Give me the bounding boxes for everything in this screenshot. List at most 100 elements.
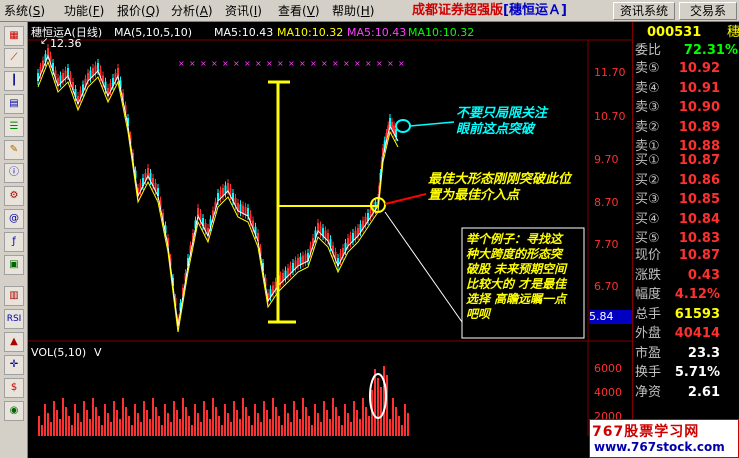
menu-system[interactable]: 系统(S) [4,3,45,19]
stat-row: 换手 5.71% [635,365,720,380]
menu-help[interactable]: 帮助(H) [332,3,374,19]
volume-bar [368,416,370,436]
volume-bar [113,401,115,436]
menu-analysis[interactable]: 分析(A) [171,3,213,19]
volume-bar [206,410,208,436]
volume-bar [308,416,310,436]
bar-chart-icon[interactable]: ▥ [4,286,24,306]
ask-row: 卖③ 10.90 [635,100,720,115]
volume-bar [146,410,148,436]
menu-view[interactable]: 查看(V) [278,3,320,19]
volume-bar [68,416,70,436]
line-chart-icon[interactable]: ⟋ [4,48,24,68]
globe-icon[interactable]: ◉ [4,401,24,421]
candle-icon[interactable]: ┃ [4,71,24,91]
menu-info[interactable]: 资讯(I) [225,3,262,19]
volume-bar [275,407,277,436]
volume-bar [89,419,91,436]
indicator-icon[interactable]: ▲ [4,332,24,352]
focus-pointer [409,121,455,127]
logo-title: 767股票学习网 [592,424,700,440]
volume-bar [176,410,178,436]
volume-bar [53,401,55,436]
menu-function[interactable]: 功能(F) [64,3,104,19]
volume-v: V [94,346,102,359]
volume-bar [260,422,262,436]
volume-bar [257,413,259,436]
volume-bar [302,398,304,436]
volume-bar [395,407,397,436]
marker: × [387,59,394,68]
marker: × [354,59,361,68]
volume-bar [266,410,268,436]
marker: × [277,59,284,68]
image-icon[interactable]: ▣ [4,255,24,275]
stat-row: 现价 10.87 [635,248,720,263]
at-icon[interactable]: @ [4,209,24,229]
focus-circle [395,119,411,133]
pencil-icon[interactable]: ✎ [4,140,24,160]
crosshair-icon[interactable]: ✛ [4,355,24,375]
volume-bar [401,425,403,436]
volume-bar [56,410,58,436]
formula-icon[interactable]: ƒ [4,232,24,252]
volume-bar [134,404,136,436]
volume-bar [263,401,265,436]
candle-body [297,258,299,266]
volume-bar [320,422,322,436]
candle-body [247,208,249,216]
menu-bar: 系统(S) 功能(F) 报价(Q) 分析(A) 资讯(I) 查看(V) 帮助(H… [0,0,739,22]
volume-bar [182,398,184,436]
price-tick: 6.70 [594,280,619,293]
marker: × [288,59,295,68]
volume-label: VOL(5,10) [31,346,87,359]
grid-icon[interactable]: ▦ [4,26,24,46]
volume-bar [164,404,166,436]
left-toolbar: ▦ ⟋ ┃ ▤ ☰ ✎ ⓘ ⚙ @ ƒ ▣ ▥ RSI ▲ ✛ $ ◉ [0,22,28,458]
candle-body [227,183,229,191]
volume-bar [311,425,313,436]
volume-bar [62,398,64,436]
volume-bar [161,425,163,436]
volume-bar [236,410,238,436]
dollar-icon[interactable]: $ [4,378,24,398]
volume-bar [197,413,199,436]
stat-row: 市盈 23.3 [635,345,720,361]
app-title: 成都证券超强版[穗恒运Ａ] [412,3,567,18]
volume-bar [125,407,127,436]
stat-row: 总手 61593 [635,306,720,322]
volume-bar [185,407,187,436]
marker: × [299,59,306,68]
volume-bar [203,401,205,436]
volume-bar [254,404,256,436]
volume-bar [350,422,352,436]
volume-bar [152,398,154,436]
kline-chart[interactable]: 穗恒运A(日线) MA(5,10,5,10) MA5:10.43 MA10:10… [28,22,632,436]
volume-bar [221,425,223,436]
quote-ratio: 委比 72.31% [635,43,738,58]
quote-header: 000531 穗 [647,25,739,40]
volume-bar [386,375,388,436]
report-icon[interactable]: ▤ [4,94,24,114]
volume-bar [128,416,130,436]
volume-bar [95,407,97,436]
volume-bar [347,413,349,436]
bid-row: 买① 10.87 [635,153,720,168]
news-system-button[interactable]: 资讯系统 [613,2,675,20]
volume-bar [359,419,361,436]
volume-bar [116,410,118,436]
volume-bar [389,419,391,436]
peak-price-label: 12.36 [50,37,82,50]
volume-bar [209,419,211,436]
volume-bar [356,410,358,436]
list-icon[interactable]: ☰ [4,117,24,137]
volume-bar [317,413,319,436]
volume-bar [305,407,307,436]
quote-panel: 000531 穗 委比 72.31% 卖⑤ 10.92 卖④ 10.91 卖③ 10.90 卖②… [632,22,739,436]
menu-quote[interactable]: 报价(Q) [117,3,160,19]
info-icon[interactable]: ⓘ [4,163,24,183]
trade-system-button[interactable]: 交易系 [679,2,737,20]
candle-body [239,204,242,213]
rsi-icon[interactable]: RSI [4,309,24,329]
gear-icon[interactable]: ⚙ [4,186,24,206]
